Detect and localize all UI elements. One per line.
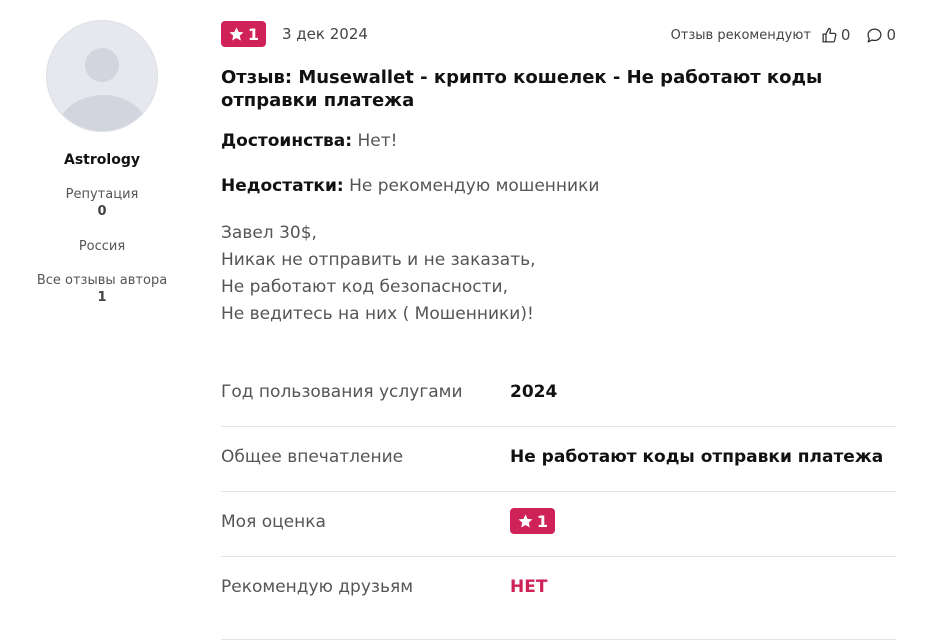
my-rating-badge: 1 <box>510 508 555 534</box>
pros-row: Достоинства: Нет! <box>221 131 397 151</box>
my-rating-value: 1 <box>536 511 549 531</box>
cons-label: Недостатки: <box>221 176 344 196</box>
recommend-label: Отзыв рекомендуют <box>670 27 811 43</box>
review-body-line: Не работают код безопасности, <box>221 277 508 297</box>
likes-count: 0 <box>840 26 851 44</box>
comment-button[interactable]: 0 <box>866 26 896 44</box>
star-icon <box>229 26 244 40</box>
review-date: 3 дек 2024 <box>282 25 368 43</box>
like-button[interactable]: 0 <box>821 26 851 44</box>
review-header: 1 3 дек 2024 Отзыв рекомендуют 0 0 <box>221 21 896 47</box>
details-row-impression: Общее впечатление Не работают коды отпра… <box>221 427 896 492</box>
author-country: Россия <box>78 239 126 254</box>
impression-label: Общее впечатление <box>221 447 404 467</box>
author-name[interactable]: Astrology <box>0 152 204 168</box>
avatar-body-shape <box>58 95 148 131</box>
all-reviews-count[interactable]: 1 <box>0 290 204 305</box>
details-row-recommend: Рекомендую друзьям НЕТ <box>221 557 896 640</box>
review-body-line: Не ведитесь на них ( Мошенники)! <box>221 304 534 324</box>
my-rating-label: Моя оценка <box>221 512 326 532</box>
star-icon <box>518 513 533 527</box>
recommend-friends-label: Рекомендую друзьям <box>221 577 414 597</box>
impression-value: Не работают коды отправки платежа <box>510 447 884 467</box>
reputation-value: 0 <box>97 204 107 219</box>
rating-value: 1 <box>247 24 260 44</box>
avatar[interactable] <box>46 20 158 132</box>
review-body-line: Никак не отправить и не заказать, <box>221 250 536 270</box>
thumbs-up-icon <box>822 27 837 43</box>
comments-count: 0 <box>886 26 896 44</box>
recommend-friends-value: НЕТ <box>510 577 548 597</box>
review-title: Отзыв: Musewallet - крипто кошелек - Не … <box>221 67 823 111</box>
pros-text: Нет! <box>357 131 398 151</box>
review-details-table: Год пользования услугами 2024 Общее впеч… <box>221 362 896 640</box>
rating-badge: 1 <box>221 21 266 47</box>
details-row-year: Год пользования услугами 2024 <box>221 362 896 427</box>
reputation-label: Репутация <box>65 187 139 202</box>
review-body: Завел 30$, Никак не отправить и не заказ… <box>221 220 536 328</box>
year-label: Год пользования услугами <box>221 382 463 402</box>
pros-label: Достоинства: <box>221 131 353 151</box>
all-reviews-label[interactable]: Все отзывы автора <box>0 273 204 288</box>
review-body-line: Завел 30$, <box>221 223 317 243</box>
cons-row: Недостатки: Не рекомендую мошенники <box>221 176 599 196</box>
year-value: 2024 <box>510 382 558 402</box>
details-row-rating: Моя оценка 1 <box>221 492 896 557</box>
comment-icon <box>867 27 882 43</box>
avatar-head-shape <box>85 48 119 82</box>
cons-text: Не рекомендую мошенники <box>349 176 600 196</box>
recommend-bar: Отзыв рекомендуют 0 0 <box>671 26 896 44</box>
